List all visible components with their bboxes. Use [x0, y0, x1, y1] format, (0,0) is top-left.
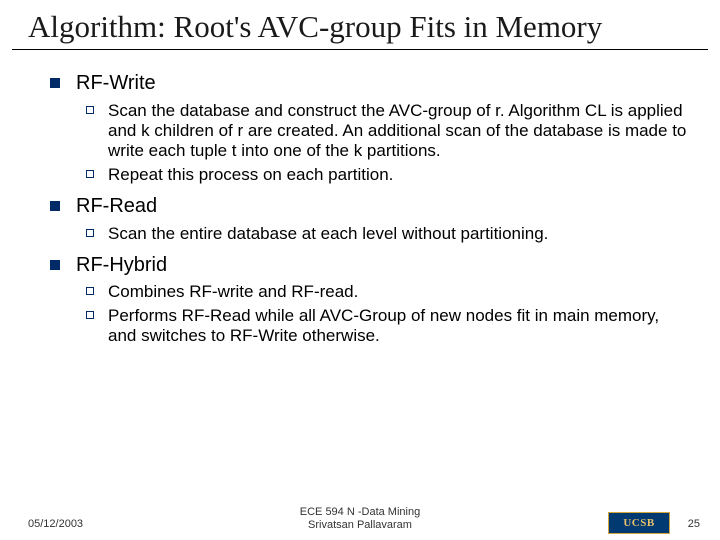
- sub-bullet: Scan the entire database at each level w…: [86, 224, 690, 244]
- footer: 05/12/2003 ECE 594 N -Data Mining Srivat…: [0, 498, 720, 534]
- heading-text: RF-Read: [76, 195, 157, 217]
- slide: Algorithm: Root's AVC-group Fits in Memo…: [0, 0, 720, 540]
- slide-body: RF-Write Scan the database and construct…: [0, 50, 720, 346]
- footer-page-number: 25: [688, 518, 700, 530]
- footer-course: ECE 594 N -Data Mining: [300, 506, 420, 518]
- bullet-text: Combines RF-write and RF-read.: [108, 282, 358, 301]
- bullet-text: Repeat this process on each partition.: [108, 165, 393, 184]
- sub-bullet: Combines RF-write and RF-read.: [86, 282, 690, 302]
- sub-bullet: Repeat this process on each partition.: [86, 165, 690, 185]
- footer-author: Srivatsan Pallavaram: [308, 519, 412, 531]
- ucsb-logo: UCSB: [608, 512, 670, 534]
- sub-bullet: Performs RF-Read while all AVC-Group of …: [86, 306, 690, 346]
- bullet-rf-hybrid: RF-Hybrid: [50, 254, 690, 278]
- bullet-text: Scan the database and construct the AVC-…: [108, 101, 686, 160]
- heading-text: RF-Hybrid: [76, 254, 167, 276]
- bullet-text: Performs RF-Read while all AVC-Group of …: [108, 306, 659, 345]
- heading-text: RF-Write: [76, 72, 156, 94]
- bullet-rf-write: RF-Write: [50, 72, 690, 96]
- slide-title: Algorithm: Root's AVC-group Fits in Memo…: [0, 0, 720, 47]
- bullet-rf-read: RF-Read: [50, 195, 690, 219]
- sub-bullet: Scan the database and construct the AVC-…: [86, 101, 690, 161]
- bullet-text: Scan the entire database at each level w…: [108, 224, 548, 243]
- logo-text: UCSB: [623, 517, 654, 529]
